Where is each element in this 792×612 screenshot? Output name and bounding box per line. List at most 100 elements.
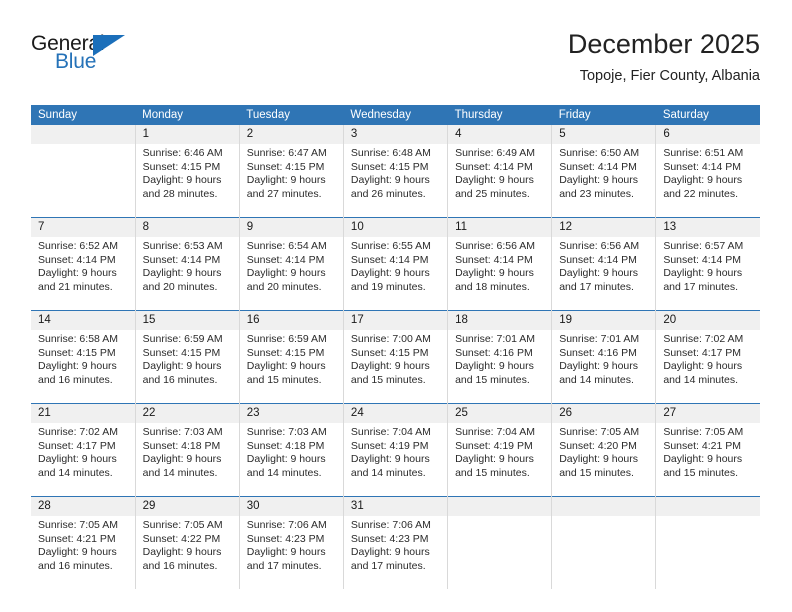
calendar-day-cell[interactable]: 9 Sunrise: 6:54 AM Sunset: 4:14 PM Daylight…	[239, 217, 344, 311]
daylight-text-line2: and 15 minutes.	[350, 373, 426, 386]
daylight-text-line1: Daylight: 9 hours	[350, 453, 430, 466]
daylight-text-line2: and 22 minutes.	[663, 187, 739, 200]
daylight-text-line2: and 17 minutes.	[246, 559, 322, 572]
sunset-text: Sunset: 4:23 PM	[246, 532, 325, 545]
calendar-day-cell[interactable]: 23 Sunrise: 7:03 AM Sunset: 4:18 PM Dayligh…	[239, 403, 344, 497]
sunrise-text: Sunrise: 7:04 AM	[350, 426, 431, 438]
calendar-day-cell-empty	[551, 496, 657, 589]
logo-word-blue: Blue	[55, 50, 97, 73]
sunset-text: Sunset: 4:20 PM	[559, 439, 637, 452]
calendar-day-cell[interactable]: 26 Sunrise: 7:05 AM Sunset: 4:20 PM Dayligh…	[551, 403, 657, 497]
calendar-day-cell[interactable]: 10 Sunrise: 6:55 AM Sunset: 4:14 PM Dayligh…	[343, 217, 449, 311]
calendar-day-cell[interactable]: 6 Sunrise: 6:51 AM Sunset: 4:14 PM Daylight…	[656, 125, 760, 218]
day-details	[31, 144, 135, 217]
daylight-text-line1: Daylight: 9 hours	[142, 453, 222, 466]
day-number	[31, 125, 135, 144]
calendar-day-cell[interactable]: 16 Sunrise: 6:59 AM Sunset: 4:15 PM Dayligh…	[239, 310, 344, 404]
daylight-text-line1: Daylight: 9 hours	[38, 453, 117, 466]
day-number: 21	[31, 404, 135, 423]
day-details: Sunrise: 7:05 AM Sunset: 4:21 PM Daylight:…	[656, 423, 760, 496]
calendar-day-cell[interactable]: 2 Sunrise: 6:47 AM Sunset: 4:15 PM Daylight…	[239, 125, 344, 218]
calendar-day-cell[interactable]: 29 Sunrise: 7:05 AM Sunset: 4:22 PM Dayligh…	[135, 496, 240, 589]
calendar-day-cell[interactable]: 7 Sunrise: 6:52 AM Sunset: 4:14 PM Daylight…	[31, 217, 136, 311]
calendar-day-cell[interactable]: 12 Sunrise: 6:56 AM Sunset: 4:14 PM Dayligh…	[551, 217, 657, 311]
day-details: Sunrise: 7:01 AM Sunset: 4:16 PM Daylight:…	[552, 330, 655, 403]
daylight-text-line1: Daylight: 9 hours	[350, 546, 430, 559]
day-number: 20	[656, 311, 760, 330]
sunrise-text: Sunrise: 7:05 AM	[38, 519, 118, 531]
day-number: 29	[135, 497, 239, 516]
sunrise-text: Sunrise: 6:50 AM	[559, 147, 640, 159]
calendar-day-cell-empty	[655, 496, 760, 589]
daylight-text-line1: Daylight: 9 hours	[559, 267, 638, 280]
calendar-day-cell[interactable]: 24 Sunrise: 7:04 AM Sunset: 4:19 PM Dayligh…	[343, 403, 449, 497]
sunrise-text: Sunrise: 7:02 AM	[38, 426, 118, 438]
day-number	[552, 497, 656, 516]
weekday-header-tuesday: Tuesday	[239, 105, 344, 125]
calendar-day-cell[interactable]: 8 Sunrise: 6:53 AM Sunset: 4:14 PM Daylight…	[135, 217, 240, 311]
calendar-day-cell[interactable]: 19 Sunrise: 7:01 AM Sunset: 4:16 PM Dayligh…	[551, 310, 657, 404]
calendar-day-cell[interactable]: 17 Sunrise: 7:00 AM Sunset: 4:15 PM Dayligh…	[343, 310, 449, 404]
calendar-day-cell[interactable]: 25 Sunrise: 7:04 AM Sunset: 4:19 PM Dayligh…	[447, 403, 553, 497]
day-number: 17	[343, 311, 448, 330]
calendar-day-cell[interactable]: 15 Sunrise: 6:59 AM Sunset: 4:15 PM Dayligh…	[135, 310, 240, 404]
sunrise-text: Sunrise: 6:49 AM	[455, 147, 536, 159]
calendar-day-cell[interactable]: 28 Sunrise: 7:05 AM Sunset: 4:21 PM Dayligh…	[31, 496, 136, 589]
sunset-text: Sunset: 4:19 PM	[455, 439, 533, 452]
calendar-day-cell[interactable]: 14 Sunrise: 6:58 AM Sunset: 4:15 PM Dayligh…	[31, 310, 136, 404]
calendar-day-cell[interactable]: 22 Sunrise: 7:03 AM Sunset: 4:18 PM Dayligh…	[135, 403, 240, 497]
daylight-text-line2: and 14 minutes.	[663, 373, 739, 386]
day-number: 13	[656, 218, 760, 237]
calendar-day-cell[interactable]: 4 Sunrise: 6:49 AM Sunset: 4:14 PM Daylight…	[447, 125, 553, 218]
sunset-text: Sunset: 4:23 PM	[350, 532, 429, 545]
sunset-text: Sunset: 4:15 PM	[246, 346, 325, 359]
calendar-day-cell[interactable]: 1 Sunrise: 6:46 AM Sunset: 4:15 PM Daylight…	[135, 125, 240, 218]
day-number: 9	[239, 218, 343, 237]
sunset-text: Sunset: 4:14 PM	[455, 160, 533, 173]
day-number: 15	[135, 311, 239, 330]
calendar-day-cell[interactable]: 31 Sunrise: 7:06 AM Sunset: 4:23 PM Dayligh…	[343, 496, 449, 589]
sunset-text: Sunset: 4:18 PM	[142, 439, 221, 452]
daylight-text-line1: Daylight: 9 hours	[455, 453, 534, 466]
sunset-text: Sunset: 4:18 PM	[246, 439, 325, 452]
sunset-text: Sunset: 4:14 PM	[455, 253, 533, 266]
calendar-day-cell[interactable]: 30 Sunrise: 7:06 AM Sunset: 4:23 PM Dayligh…	[239, 496, 344, 589]
calendar-day-cell[interactable]: 21 Sunrise: 7:02 AM Sunset: 4:17 PM Dayligh…	[31, 403, 136, 497]
daylight-text-line2: and 14 minutes.	[559, 373, 634, 386]
calendar-day-cell[interactable]: 27 Sunrise: 7:05 AM Sunset: 4:21 PM Dayligh…	[655, 403, 760, 497]
day-details: Sunrise: 6:56 AM Sunset: 4:14 PM Daylight:…	[552, 237, 655, 310]
daylight-text-line1: Daylight: 9 hours	[246, 267, 326, 280]
day-details: Sunrise: 7:01 AM Sunset: 4:16 PM Daylight:…	[448, 330, 551, 403]
calendar-day-cell[interactable]: 5 Sunrise: 6:50 AM Sunset: 4:14 PM Daylight…	[551, 125, 657, 218]
daylight-text-line2: and 16 minutes.	[38, 373, 113, 386]
calendar-day-cell[interactable]: 3 Sunrise: 6:48 AM Sunset: 4:15 PM Daylight…	[343, 125, 449, 218]
calendar-day-cell[interactable]: 20 Sunrise: 7:02 AM Sunset: 4:17 PM Dayligh…	[655, 310, 760, 404]
daylight-text-line1: Daylight: 9 hours	[559, 174, 638, 187]
day-number: 14	[31, 311, 135, 330]
calendar-day-cell-empty	[447, 496, 553, 589]
day-number: 30	[239, 497, 343, 516]
daylight-text-line2: and 28 minutes.	[142, 187, 218, 200]
calendar-day-cell[interactable]: 11 Sunrise: 6:56 AM Sunset: 4:14 PM Dayligh…	[447, 217, 553, 311]
day-number: 5	[552, 125, 656, 144]
sunset-text: Sunset: 4:14 PM	[142, 253, 221, 266]
day-details: Sunrise: 6:57 AM Sunset: 4:14 PM Daylight:…	[656, 237, 760, 310]
day-details	[552, 516, 655, 589]
sunset-text: Sunset: 4:14 PM	[663, 160, 741, 173]
calendar-day-cell[interactable]: 18 Sunrise: 7:01 AM Sunset: 4:16 PM Dayligh…	[447, 310, 553, 404]
sunrise-text: Sunrise: 6:53 AM	[142, 240, 223, 252]
daylight-text-line2: and 23 minutes.	[559, 187, 634, 200]
daylight-text-line2: and 14 minutes.	[38, 466, 113, 479]
day-details: Sunrise: 7:03 AM Sunset: 4:18 PM Daylight:…	[136, 423, 239, 496]
day-number: 6	[656, 125, 760, 144]
day-number	[448, 497, 552, 516]
calendar-day-cell[interactable]: 13 Sunrise: 6:57 AM Sunset: 4:14 PM Dayligh…	[655, 217, 760, 311]
daylight-text-line1: Daylight: 9 hours	[455, 267, 534, 280]
daylight-text-line2: and 15 minutes.	[455, 373, 530, 386]
daylight-text-line2: and 26 minutes.	[350, 187, 426, 200]
daylight-text-line2: and 21 minutes.	[38, 280, 113, 293]
day-details	[656, 516, 760, 589]
general-blue-logo[interactable]: General Blue	[31, 32, 171, 82]
sunrise-text: Sunrise: 6:55 AM	[350, 240, 431, 252]
day-number: 12	[552, 218, 656, 237]
